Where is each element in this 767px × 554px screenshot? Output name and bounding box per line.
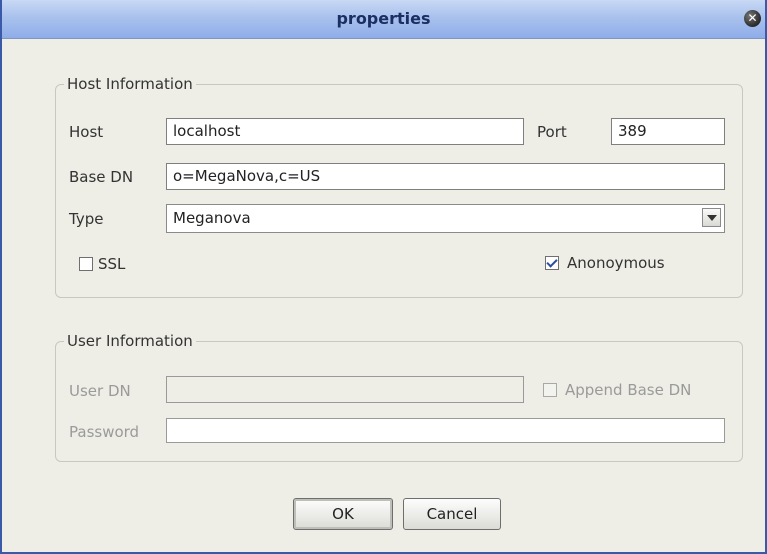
user-dn-input[interactable] — [166, 376, 524, 403]
type-select-value: Meganova — [173, 209, 251, 227]
host-label: Host — [69, 123, 104, 141]
host-information-legend: Host Information — [67, 75, 193, 93]
type-label: Type — [69, 210, 104, 228]
window-title: properties — [336, 9, 431, 28]
type-select[interactable]: Meganova — [166, 204, 725, 233]
close-icon[interactable]: ✕ — [744, 10, 761, 27]
append-base-dn-checkbox[interactable] — [543, 383, 557, 397]
cancel-button[interactable]: Cancel — [403, 498, 501, 530]
anonymous-checkbox[interactable] — [545, 256, 559, 270]
base-dn-label: Base DN — [69, 168, 134, 186]
properties-dialog: properties ✕ Host Information Host local… — [0, 0, 767, 554]
append-base-dn-label[interactable]: Append Base DN — [565, 381, 691, 399]
title-bar[interactable]: properties ✕ — [2, 0, 765, 39]
host-input[interactable]: localhost — [166, 118, 524, 145]
user-dn-label: User DN — [69, 382, 131, 400]
password-label: Password — [69, 423, 140, 441]
port-label: Port — [537, 123, 567, 141]
anonymous-label[interactable]: Anonoymous — [567, 254, 665, 272]
ok-button[interactable]: OK — [293, 498, 393, 530]
base-dn-input[interactable]: o=MegaNova,c=US — [166, 163, 725, 190]
ssl-checkbox[interactable] — [79, 257, 93, 271]
ssl-label[interactable]: SSL — [98, 255, 125, 273]
user-information-legend: User Information — [67, 332, 193, 350]
port-input[interactable]: 389 — [611, 118, 725, 145]
chevron-down-icon[interactable] — [702, 208, 721, 227]
password-input[interactable] — [166, 418, 725, 443]
